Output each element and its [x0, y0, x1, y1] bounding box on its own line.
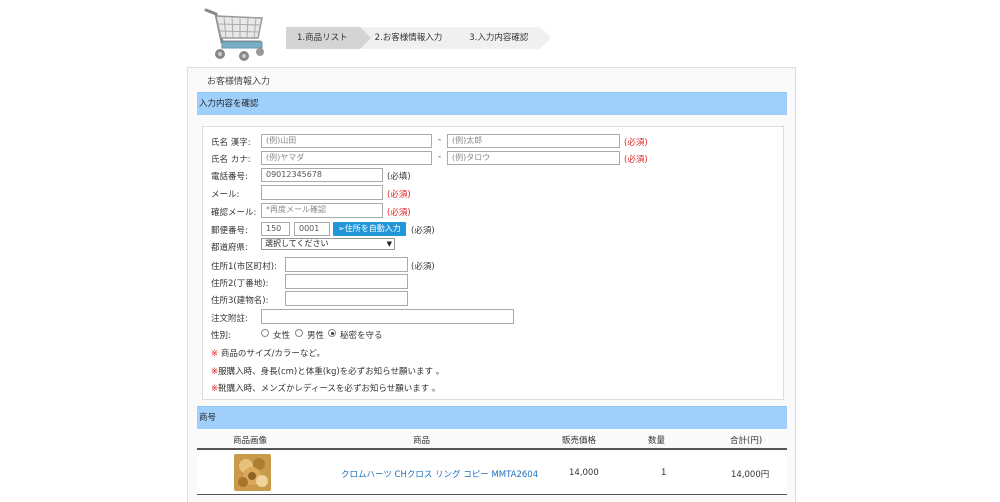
required-mark: (必須) [411, 262, 435, 272]
step-customer-info: 2.お客様情報入力 [360, 27, 465, 49]
zip-first-input[interactable]: 150 [261, 222, 290, 236]
note-size-color: ※ 商品のサイズ/カラーなど。 [211, 347, 325, 359]
name-kana-label: 氏名 カナ: [211, 155, 251, 165]
email-label: メール: [211, 190, 240, 200]
address3-input[interactable] [285, 291, 408, 306]
prefecture-label: 都道府県: [211, 243, 248, 253]
first-name-kanji-input[interactable]: (例)太郎 [447, 134, 620, 148]
dropdown-arrow-icon: ▼ [386, 240, 392, 248]
note-text: 服購入時、身長(cm)と体重(kg)を必ずお知らせ願います 。 [218, 367, 445, 377]
auto-address-button[interactable]: ➢住所を自動入力 [333, 222, 406, 236]
phone-label: 電話番号: [211, 172, 248, 182]
gender-female-radio[interactable] [261, 329, 269, 337]
required-mark: (必填) [387, 172, 411, 182]
zip-second-input[interactable]: 0001 [294, 222, 330, 236]
required-mark: (必須) [624, 155, 648, 165]
step-product-list: 1.商品リスト [286, 27, 371, 49]
required-mark: (必須) [411, 226, 435, 236]
prefecture-selected-value: 選択してください [265, 239, 329, 248]
product-quantity: 1 [661, 468, 667, 478]
column-header-image: 商品画像 [233, 436, 268, 446]
product-total: 14,000円 [731, 470, 770, 480]
confirm-email-label: 確認メール: [211, 208, 257, 218]
section-header-confirm: 入力内容を確認 [197, 92, 787, 115]
required-mark: (必須) [387, 190, 411, 200]
checkout-steps: 1.商品リスト 2.お客様情報入力 3.入力内容確認 [286, 27, 552, 49]
gender-male-label: 男性 [307, 331, 325, 341]
required-mark: (必須) [624, 138, 648, 148]
gender-male-radio[interactable] [295, 329, 303, 337]
customer-info-panel: お客様情報入力 入力内容を確認 氏名 漢字: (例)山田 - (例)太郎 (必須… [187, 67, 796, 502]
table-row: クロムハーツ CHクロス リング コピー MMTA2604 14,000 1 1… [197, 451, 787, 495]
product-thumbnail[interactable] [234, 454, 271, 491]
name-separator: - [438, 135, 442, 145]
zip-label: 郵便番号: [211, 226, 248, 236]
phone-input[interactable]: 09012345678 [261, 168, 383, 182]
gender-label: 性別: [211, 331, 231, 341]
customer-form: 氏名 漢字: (例)山田 - (例)太郎 (必須) 氏名 カナ: (例)ヤマダ … [202, 126, 784, 400]
step-confirm: 3.入力内容確認 [455, 27, 552, 49]
confirm-email-input[interactable]: *再度メール確認 [261, 203, 383, 218]
name-kanji-label: 氏名 漢字: [211, 138, 251, 148]
prefecture-select[interactable]: 選択してください ▼ [261, 238, 395, 250]
address1-label: 住所1(市区町村): [211, 262, 277, 272]
panel-title: お客様情報入力 [207, 77, 271, 87]
note-text: 靴購入時、メンズかレディースを必ずお知らせ願います 。 [218, 384, 441, 394]
note-shoes: ※靴購入時、メンズかレディースを必ずお知らせ願います 。 [211, 382, 440, 394]
section-header-product: 商号 [197, 406, 787, 429]
required-mark: (必須) [387, 208, 411, 218]
first-name-kana-input[interactable]: (例)タロウ [447, 151, 620, 165]
name-separator: - [438, 152, 442, 162]
address3-label: 住所3(建物名): [211, 296, 269, 306]
column-header-product: 商品 [413, 436, 431, 446]
order-note-label: 注文附註: [211, 314, 248, 324]
column-header-total: 合計(円) [730, 436, 763, 446]
last-name-kanji-input[interactable]: (例)山田 [261, 134, 432, 148]
order-note-input[interactable] [261, 309, 514, 324]
gender-female-label: 女性 [273, 331, 291, 341]
note-text: 商品のサイズ/カラーなど。 [218, 349, 326, 359]
gender-secret-radio[interactable] [328, 329, 336, 337]
address2-label: 住所2(丁番地): [211, 279, 269, 289]
gender-secret-label: 秘密を守る [340, 331, 383, 341]
product-price: 14,000 [569, 468, 599, 478]
product-table-header: 商品画像 商品 販売価格 数量 合計(円) [197, 429, 787, 450]
column-header-price: 販売価格 [562, 436, 597, 446]
last-name-kana-input[interactable]: (例)ヤマダ [261, 151, 432, 165]
shopping-cart-icon [200, 4, 272, 66]
email-input[interactable] [261, 185, 383, 200]
product-name-link[interactable]: クロムハーツ CHクロス リング コピー MMTA2604 [341, 468, 538, 480]
address1-input[interactable] [285, 257, 408, 272]
note-clothing: ※服購入時、身長(cm)と体重(kg)を必ずお知らせ願います 。 [211, 365, 444, 377]
address2-input[interactable] [285, 274, 408, 289]
column-header-quantity: 数量 [648, 436, 666, 446]
